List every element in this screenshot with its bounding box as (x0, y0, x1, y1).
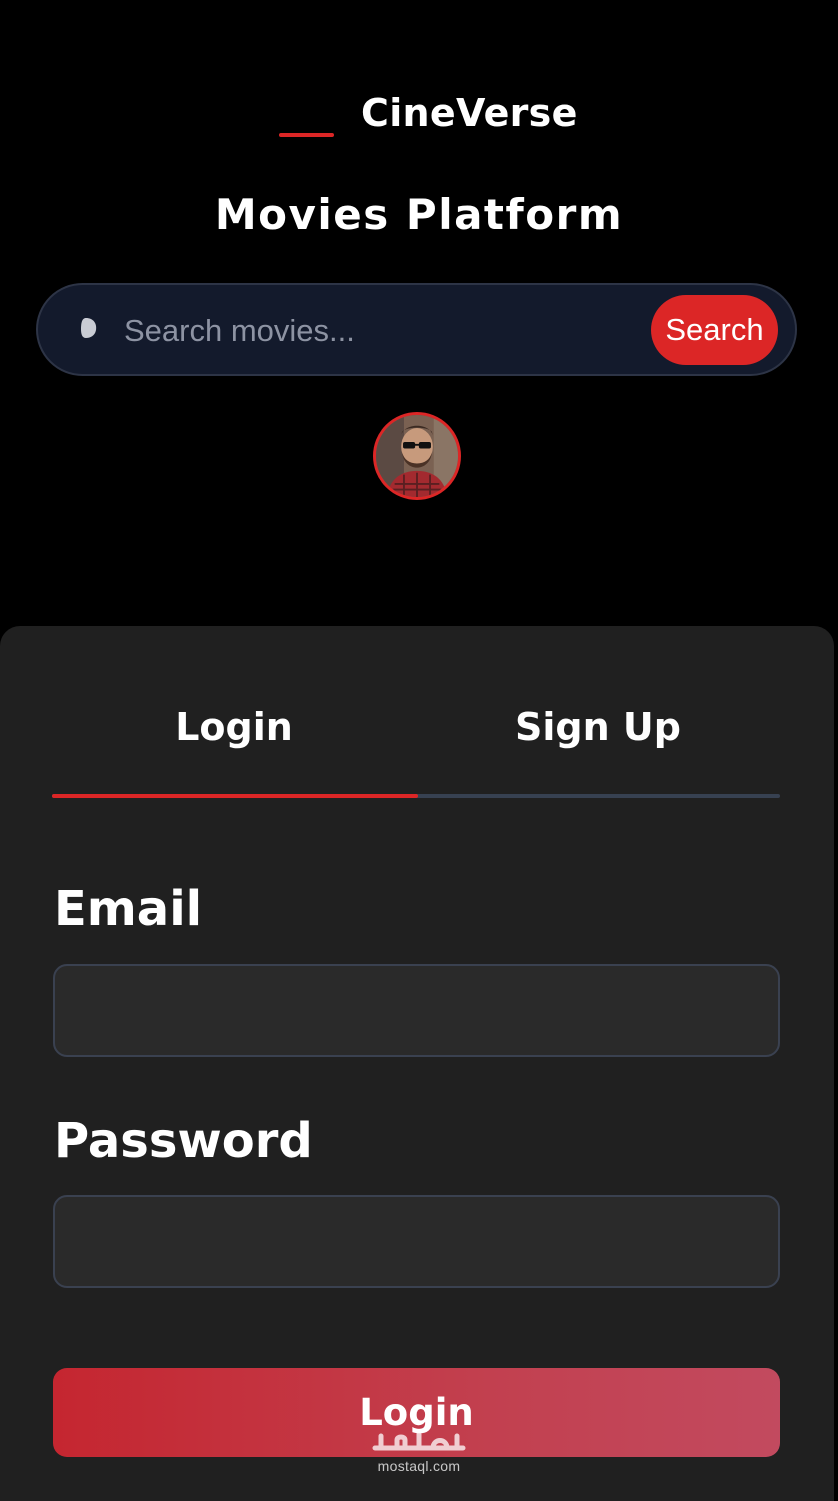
search-input[interactable] (124, 303, 644, 358)
brand-accent-bar (279, 133, 334, 137)
search-button[interactable]: Search (651, 295, 778, 365)
avatar[interactable] (373, 412, 461, 500)
tab-login[interactable]: Login (52, 696, 416, 796)
brand: CineVerse (0, 88, 838, 138)
search-bar: Search (36, 283, 797, 376)
email-label: Email (54, 881, 203, 937)
email-field[interactable] (53, 964, 780, 1057)
avatar-photo (376, 415, 458, 497)
tab-sign-up[interactable]: Sign Up (416, 696, 780, 796)
auth-panel: Login Sign Up Email Password Login (0, 626, 834, 1501)
password-field[interactable] (53, 1195, 780, 1288)
active-tab-indicator (52, 794, 418, 798)
app-header: CineVerse Movies Platform Search (0, 0, 838, 626)
login-button[interactable]: Login (53, 1368, 780, 1457)
password-label: Password (54, 1113, 313, 1169)
page-title: Movies Platform (214, 190, 624, 239)
auth-tabs: Login Sign Up (52, 696, 780, 800)
brand-name: CineVerse (361, 91, 578, 135)
search-icon (78, 317, 98, 339)
